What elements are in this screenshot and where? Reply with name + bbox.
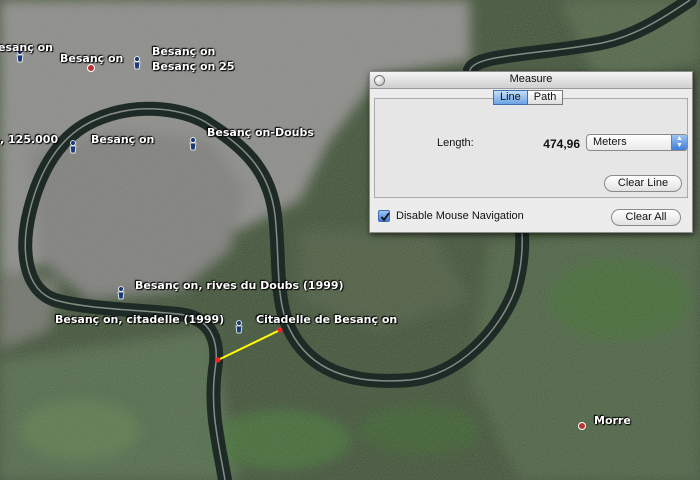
dialog-title: Measure (509, 73, 553, 85)
placemark-label[interactable]: Besanç on 25 (152, 60, 235, 73)
unit-select-value: Meters (593, 136, 627, 148)
measure-start-point[interactable] (215, 357, 221, 363)
placemark-label[interactable]: Morre (594, 414, 631, 427)
placemark-label[interactable]: , 125.000 (0, 133, 58, 146)
placemark-pin-icon[interactable] (68, 140, 78, 154)
placemark-label[interactable]: Besanç on (91, 133, 154, 146)
placemark-pin-icon[interactable] (234, 320, 244, 334)
placemark-label[interactable]: esanç on (0, 41, 53, 54)
measure-panel: Length: 474,96 Meters ▲ ▼ Clear Line (374, 98, 688, 198)
disable-mouse-navigation-checkbox[interactable] (378, 210, 390, 222)
placemark-pin-icon[interactable] (132, 56, 142, 70)
placemark-label[interactable]: Besanç on (60, 52, 123, 65)
clear-all-button[interactable]: Clear All (611, 209, 681, 226)
measure-dialog: Measure Line Path Length: 474,96 Meters … (369, 71, 693, 233)
placemark-label[interactable]: Besanç on, citadelle (1999) (55, 313, 224, 326)
length-label: Length: (437, 137, 474, 149)
unit-select[interactable]: Meters ▲ ▼ (586, 134, 688, 151)
tab-line[interactable]: Line (493, 90, 528, 105)
placemark-pin-icon[interactable] (188, 137, 198, 151)
disable-mouse-navigation-label[interactable]: Disable Mouse Navigation (396, 210, 524, 222)
placemark-label[interactable]: Citadelle de Besanç on (256, 313, 397, 326)
checkmark-icon (380, 212, 390, 222)
tab-path[interactable]: Path (527, 90, 564, 105)
placemark-dot-icon[interactable] (87, 64, 95, 72)
measure-end-point[interactable] (277, 327, 283, 333)
placemark-pin-icon[interactable] (116, 286, 126, 300)
placemark-dot-icon[interactable] (578, 422, 586, 430)
dialog-titlebar[interactable]: Measure (370, 72, 692, 89)
length-value: 474,96 (543, 137, 580, 151)
placemark-label[interactable]: Besanç on (152, 45, 215, 58)
placemark-label[interactable]: Besanç on, rives du Doubs (1999) (135, 279, 344, 292)
updown-arrows-icon: ▲ ▼ (671, 135, 687, 150)
clear-line-button[interactable]: Clear Line (604, 175, 682, 192)
placemark-label[interactable]: Besanç on-Doubs (207, 126, 314, 139)
measure-tabs: Line Path (493, 90, 564, 105)
